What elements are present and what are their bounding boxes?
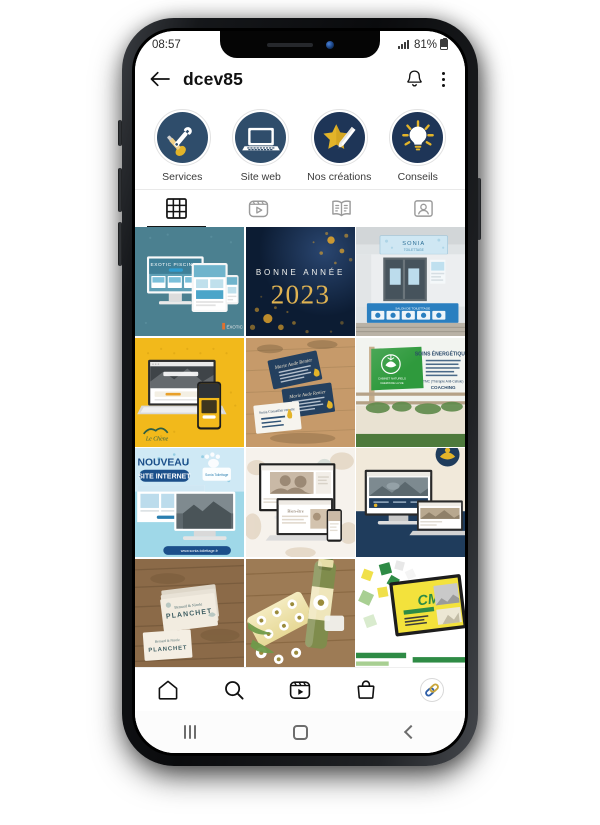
- grid-post-10[interactable]: Bernard & Nicole PLANCHET Bernard & Nico…: [135, 558, 244, 668]
- svg-text:CABINET NATURELS: CABINET NATURELS: [378, 376, 406, 380]
- grid-post-4[interactable]: Le Chene: [135, 337, 244, 447]
- front-camera: [325, 40, 334, 49]
- svg-text:TOILETTAGE: TOILETTAGE: [404, 248, 425, 252]
- recents-button[interactable]: [183, 725, 196, 739]
- svg-text:Le Chene: Le Chene: [145, 436, 169, 442]
- grid-post-2[interactable]: BONNE ANNÉE 2023: [245, 227, 355, 336]
- svg-text:EXOTIC: EXOTIC: [227, 324, 243, 329]
- tab-guides[interactable]: [300, 190, 383, 227]
- shop-bag-icon[interactable]: [354, 678, 378, 702]
- svg-text:BONNE ANNÉE: BONNE ANNÉE: [255, 268, 344, 277]
- highlight-services[interactable]: Services: [145, 109, 219, 183]
- grid-post-8[interactable]: Bien-être: [245, 448, 355, 557]
- profile-avatar[interactable]: [420, 677, 444, 702]
- highlight-ring: [310, 109, 368, 166]
- android-nav-bar: [135, 711, 465, 753]
- search-icon[interactable]: [222, 678, 246, 702]
- signal-bars-icon: [397, 40, 409, 49]
- laptop-icon: [235, 112, 287, 163]
- star-pencil-icon: [313, 112, 365, 163]
- highlight-ring: [153, 109, 211, 166]
- back-arrow-icon[interactable]: [149, 70, 171, 88]
- svg-text:Bien-être: Bien-être: [287, 508, 303, 513]
- highlight-nos-creations[interactable]: Nos créations: [302, 109, 376, 183]
- highlight-label: Nos créations: [307, 171, 372, 183]
- svg-text:SITE INTERNET: SITE INTERNET: [138, 474, 191, 481]
- status-time: 08:57: [152, 38, 181, 51]
- highlight-label: Site web: [240, 171, 281, 183]
- svg-text:TMC (Thérapie Anti-Cellule): TMC (Thérapie Anti-Cellule): [423, 379, 463, 383]
- tab-grid[interactable]: [135, 190, 218, 227]
- notification-bell-icon[interactable]: [405, 69, 424, 89]
- highlight-site-web[interactable]: Site web: [224, 109, 298, 183]
- reels-icon[interactable]: [288, 678, 312, 702]
- grid-post-11[interactable]: [245, 558, 355, 668]
- svg-text:www.sonia-toilettage.fr: www.sonia-toilettage.fr: [181, 549, 219, 553]
- phone-screen: 08:57 81% dcev85 Services Site web Nos c…: [135, 31, 465, 753]
- svg-text:Sonia Toilettage: Sonia Toilettage: [205, 473, 228, 477]
- home-button[interactable]: [293, 724, 309, 740]
- highlight-ring: [389, 109, 447, 166]
- grid-post-1[interactable]: EXOTIC PISCINES EXOTIC: [135, 227, 244, 336]
- phone-frame: 08:57 81% dcev85 Services Site web Nos c…: [122, 18, 478, 766]
- grid-post-6[interactable]: CABINET NATURELS CHEMIN DE LA VIE SOINS …: [356, 337, 465, 447]
- tab-tagged[interactable]: [383, 190, 466, 227]
- notch: [220, 31, 380, 58]
- grid-post-12[interactable]: CMC: [356, 558, 465, 668]
- svg-text:NOUVEAU: NOUVEAU: [137, 457, 189, 468]
- svg-text:SALON DE TOILETTAGE: SALON DE TOILETTAGE: [395, 306, 430, 310]
- phone-bezel: 08:57 81% dcev85 Services Site web Nos c…: [132, 28, 468, 756]
- grid-post-3[interactable]: SONIA TOILETTAGE SALON DE TOILETTAGE: [356, 227, 465, 336]
- highlight-label: Services: [162, 171, 203, 183]
- bottom-nav: [135, 667, 465, 711]
- battery-icon: [440, 37, 448, 50]
- photo-grid: EXOTIC PISCINES EXOTIC BONNE ANNÉE 2023 …: [135, 227, 465, 668]
- page-title: dcev85: [183, 68, 243, 89]
- highlight-conseils[interactable]: Conseils: [381, 109, 455, 183]
- svg-text:CHEMIN DE LA VIE: CHEMIN DE LA VIE: [380, 380, 404, 384]
- status-indicators: 81%: [397, 37, 448, 51]
- story-highlights: Services Site web Nos créations Conseils: [135, 100, 465, 189]
- svg-text:SOINS ÉNERGÉTIQUES: SOINS ÉNERGÉTIQUES: [415, 349, 465, 357]
- screenshot-root: 08:57 81% dcev85 Services Site web Nos c…: [0, 0, 600, 825]
- profile-tabs: [135, 189, 465, 227]
- svg-text:SONIA: SONIA: [402, 241, 425, 247]
- tools-icon: [156, 112, 208, 163]
- back-button[interactable]: [404, 724, 419, 740]
- grid-post-9[interactable]: [356, 448, 465, 557]
- kebab-menu-icon[interactable]: [436, 70, 451, 89]
- highlight-label: Conseils: [397, 171, 438, 183]
- home-icon[interactable]: [156, 678, 180, 702]
- battery-percent: 81%: [413, 38, 437, 51]
- earpiece-speaker: [266, 42, 313, 47]
- grid-post-7[interactable]: NOUVEAU SITE INTERNET Sonia Toilettage w…: [135, 448, 244, 557]
- svg-text:COACHING: COACHING: [431, 385, 456, 390]
- highlight-ring: [232, 109, 290, 166]
- svg-text:2023: 2023: [270, 279, 330, 309]
- app-header: dcev85: [135, 58, 465, 100]
- grid-post-5[interactable]: Marie Aude Renier Marie Aude Renier Soni…: [245, 337, 355, 447]
- avatar: [420, 677, 444, 702]
- tab-reels[interactable]: [218, 190, 301, 227]
- lightbulb-icon: [392, 112, 444, 163]
